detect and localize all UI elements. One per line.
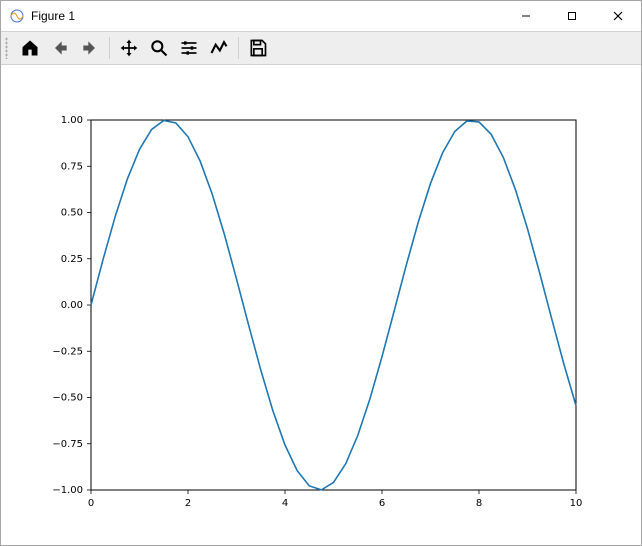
x-tick-label: 10 <box>570 498 583 509</box>
y-tick-label: 1.00 <box>61 115 83 126</box>
configure-subplots-button[interactable] <box>175 35 203 61</box>
window-title: Figure 1 <box>31 9 75 23</box>
y-tick-label: 0.50 <box>61 208 83 219</box>
toolbar-grip <box>5 37 8 59</box>
home-button[interactable] <box>16 35 44 61</box>
plot-svg: 0 2 4 6 8 10 −1.00 −0.75 −0.50 −0.25 0.00 0.25 0.50 0… <box>1 65 641 545</box>
x-tick-label: 6 <box>379 498 385 509</box>
axes-frame <box>91 120 576 490</box>
save-button[interactable] <box>244 35 272 61</box>
back-button[interactable] <box>46 35 74 61</box>
toolbar-separator <box>109 37 110 59</box>
y-tick-label: −0.75 <box>52 439 83 450</box>
series-line <box>91 120 576 489</box>
pan-button[interactable] <box>115 35 143 61</box>
y-tick-label: −1.00 <box>52 485 83 496</box>
toolbar <box>1 31 641 65</box>
close-button[interactable] <box>595 1 641 31</box>
maximize-button[interactable] <box>549 1 595 31</box>
edit-axis-button[interactable] <box>205 35 233 61</box>
x-tick-label: 4 <box>282 498 288 509</box>
y-tick-label: −0.25 <box>52 346 83 357</box>
y-tick-label: 0.25 <box>61 254 83 265</box>
app-window: Figure 1 <box>0 0 642 546</box>
y-tick-label: 0.75 <box>61 161 83 172</box>
y-tick-label: −0.50 <box>52 393 83 404</box>
plot-canvas[interactable]: 0 2 4 6 8 10 −1.00 −0.75 −0.50 −0.25 0.00 0.25 0.50 0… <box>1 65 641 545</box>
app-icon <box>9 8 25 24</box>
forward-button[interactable] <box>76 35 104 61</box>
x-tick-label: 2 <box>185 498 191 509</box>
y-tick-label: 0.00 <box>61 300 83 311</box>
zoom-button[interactable] <box>145 35 173 61</box>
titlebar: Figure 1 <box>1 1 641 31</box>
x-tick-label: 8 <box>476 498 482 509</box>
x-tick-label: 0 <box>88 498 94 509</box>
toolbar-separator <box>238 37 239 59</box>
minimize-button[interactable] <box>503 1 549 31</box>
window-controls <box>503 1 641 31</box>
